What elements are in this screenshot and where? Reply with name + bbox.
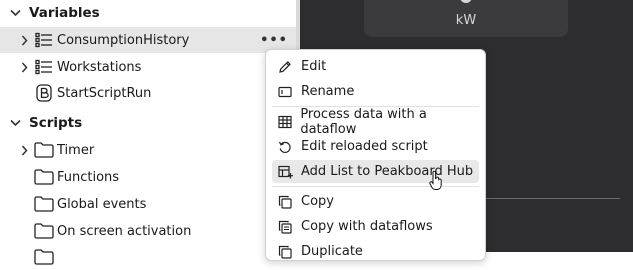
script-item-on-screen-activation[interactable]: On screen activation — [0, 218, 296, 244]
script-label: Global events — [57, 196, 147, 212]
section-variables[interactable]: Variables — [0, 1, 100, 25]
variable-item-workstations[interactable]: Workstations — [0, 54, 296, 80]
menu-item-label: Process data with a dataflow — [300, 106, 427, 137]
table-icon — [277, 114, 292, 130]
script-item-global-events[interactable]: Global events — [0, 191, 296, 217]
folder-icon — [34, 218, 54, 244]
pencil-icon — [277, 59, 293, 75]
menu-item-copy[interactable]: Copy — [272, 190, 479, 213]
script-label: Timer — [57, 142, 95, 158]
menu-item-edit[interactable]: Edit — [272, 55, 479, 78]
menu-item-label: Copy — [301, 194, 334, 209]
variable-item-consumptionhistory[interactable]: ConsumptionHistory ••• — [0, 27, 296, 53]
menu-item-label: Edit reloaded script — [301, 139, 428, 154]
reload-icon — [277, 139, 293, 155]
script-item-functions[interactable]: Functions — [0, 164, 296, 190]
folder-icon — [34, 191, 54, 217]
copy-dataflow-icon — [277, 219, 293, 235]
section-scripts[interactable]: Scripts — [0, 111, 82, 135]
chevron-right-icon[interactable] — [19, 27, 29, 53]
menu-item-process-dataflow[interactable]: Process data with a dataflow — [272, 107, 479, 137]
unit-label: kW — [455, 13, 477, 28]
hand-pointer-cursor — [429, 170, 443, 191]
script-label: On screen activation — [57, 223, 192, 239]
script-item-partial[interactable] — [0, 244, 296, 270]
variable-label: ConsumptionHistory — [57, 32, 190, 48]
rename-icon — [277, 84, 293, 100]
section-label: Scripts — [29, 115, 83, 131]
variable-item-startscriptrun[interactable]: StartScriptRun — [0, 80, 296, 106]
power-tile[interactable]: kW — [364, 0, 568, 37]
value-digit-fragment — [460, 0, 472, 3]
context-menu: Edit Rename Process data with a dataflow… — [265, 49, 486, 261]
menu-separator — [272, 186, 479, 187]
menu-item-label: Add List to Peakboard Hub — [301, 164, 474, 179]
menu-item-edit-reloaded-script[interactable]: Edit reloaded script — [272, 135, 479, 158]
hub-add-icon — [277, 164, 293, 180]
folder-icon — [34, 137, 54, 163]
variable-label: Workstations — [57, 59, 142, 75]
menu-item-label: Rename — [301, 84, 355, 99]
divider-line — [484, 198, 620, 199]
folder-icon — [34, 244, 54, 270]
list-icon — [34, 27, 54, 53]
chevron-down-icon[interactable] — [9, 119, 21, 127]
chevron-right-icon[interactable] — [19, 54, 29, 80]
folder-icon — [34, 164, 54, 190]
menu-item-label: Copy with dataflows — [301, 219, 433, 234]
script-label: Functions — [57, 169, 120, 185]
copy-icon — [277, 194, 293, 210]
script-item-timer[interactable]: Timer — [0, 137, 296, 163]
variable-label: StartScriptRun — [57, 85, 152, 101]
explorer-sidebar: Variables ConsumptionHistory ••• Worksta… — [0, 0, 296, 265]
chevron-right-icon[interactable] — [19, 137, 29, 163]
menu-item-add-to-hub[interactable]: Add List to Peakboard Hub — [272, 160, 479, 183]
menu-item-label: Edit — [301, 59, 327, 74]
section-label: Variables — [29, 5, 100, 21]
menu-item-copy-with-dataflows[interactable]: Copy with dataflows — [272, 215, 479, 238]
boolean-b-icon — [34, 80, 54, 106]
chevron-down-icon[interactable] — [9, 9, 21, 17]
menu-item-rename[interactable]: Rename — [272, 80, 479, 103]
list-icon — [34, 54, 54, 80]
